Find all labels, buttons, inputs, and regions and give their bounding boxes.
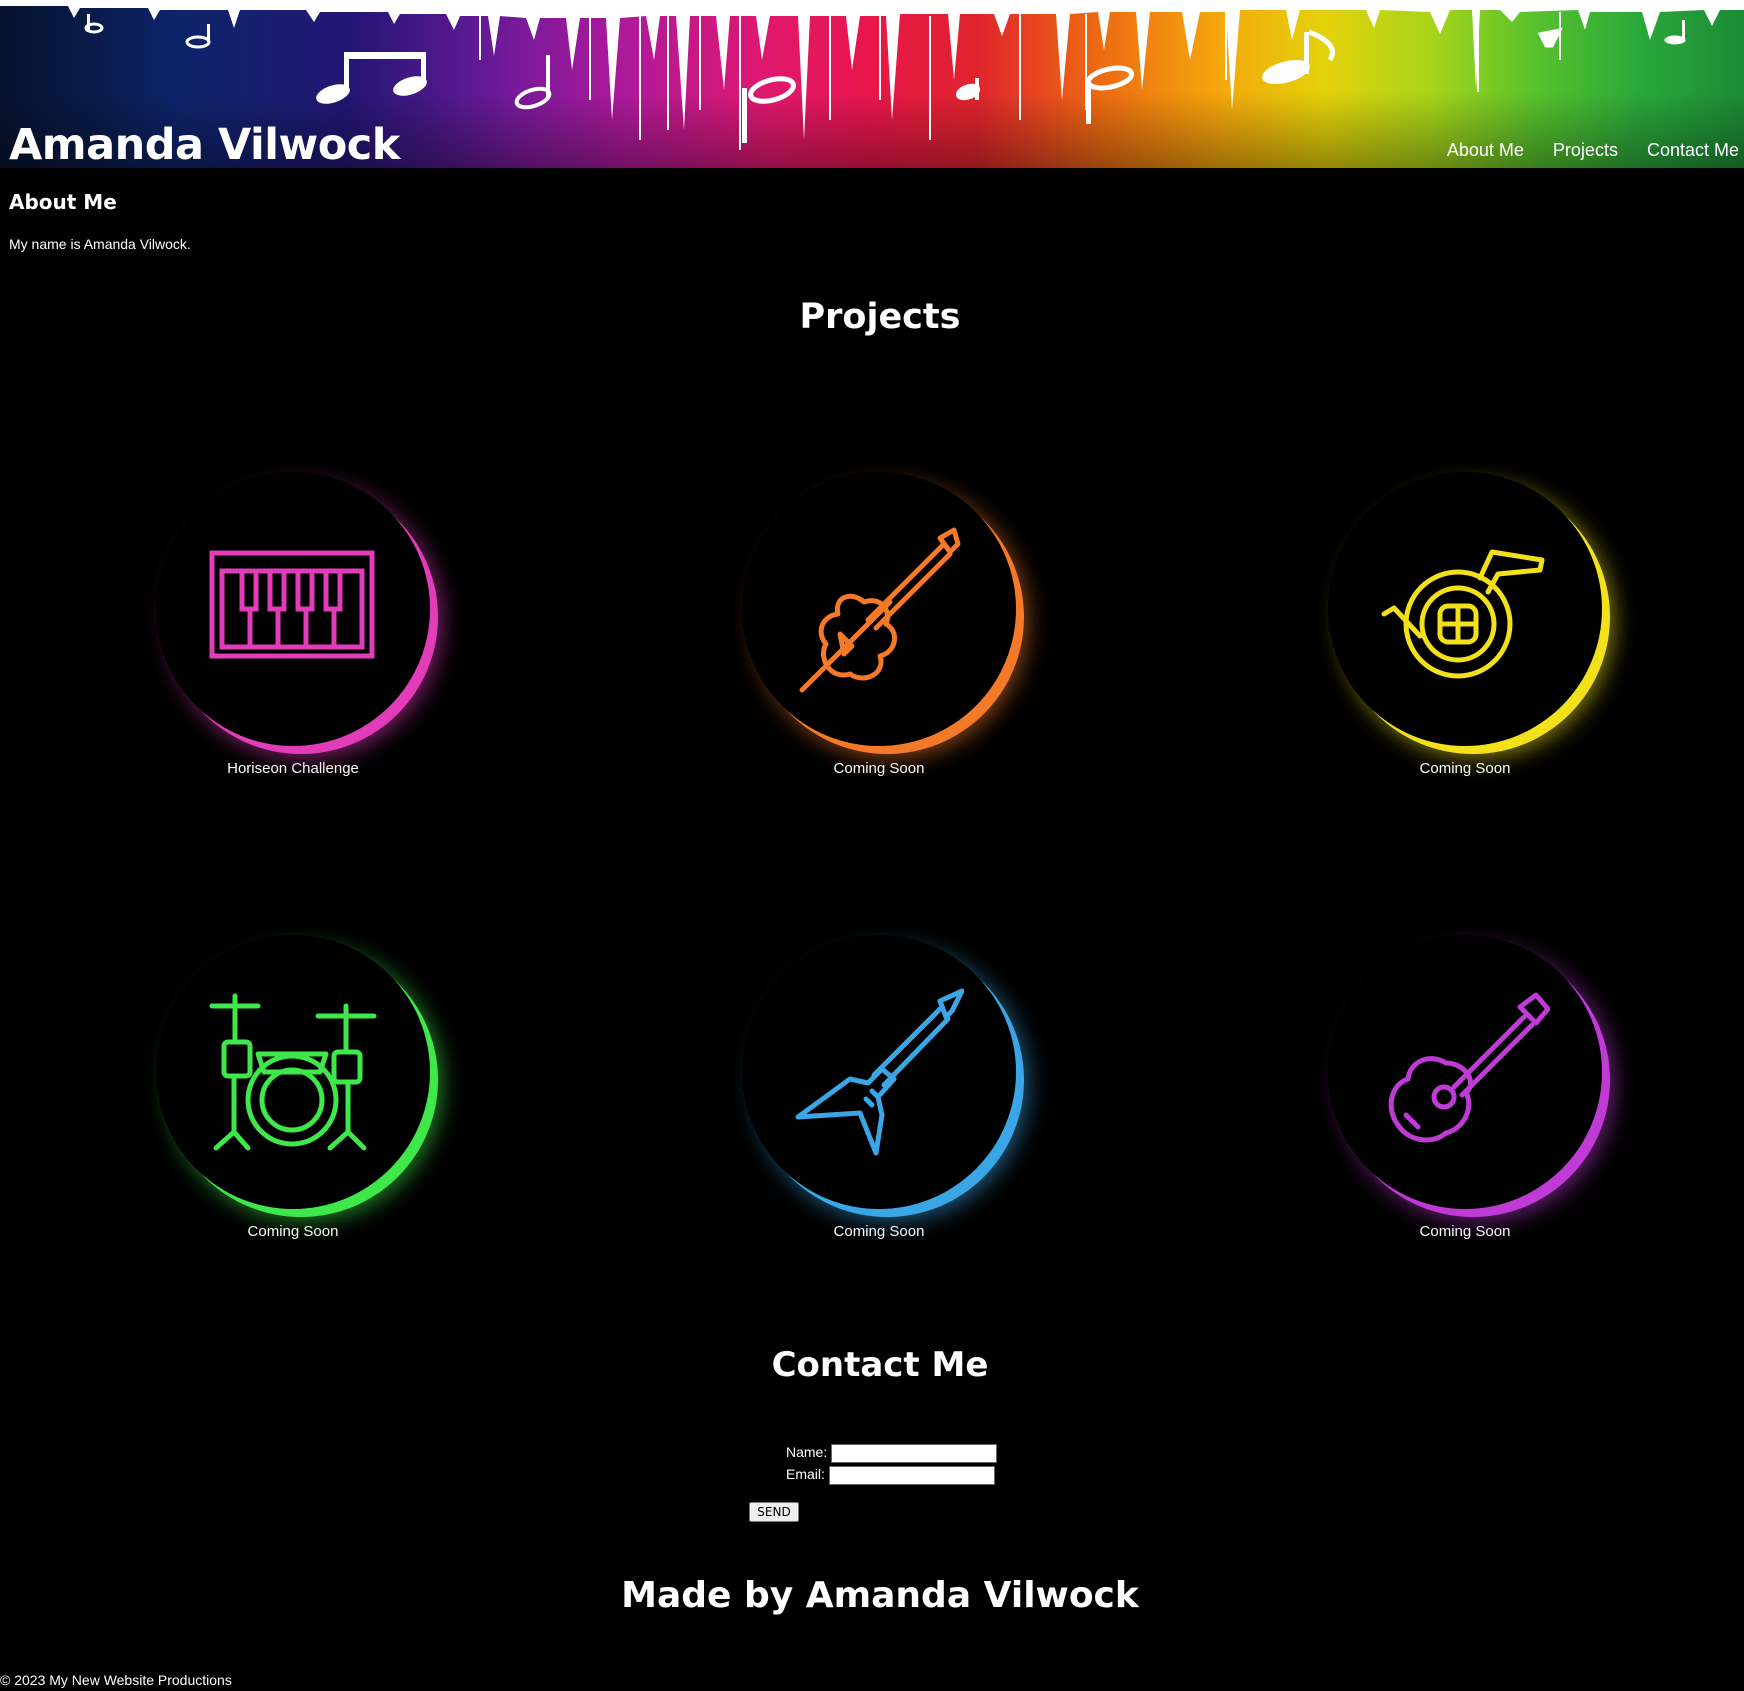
project-label[interactable]: Coming Soon xyxy=(729,1223,1029,1240)
projects-heading: Projects xyxy=(799,297,961,337)
email-row: Email: xyxy=(786,1466,995,1485)
project-ring[interactable] xyxy=(742,935,1016,1209)
site-title: Amanda Vilwock xyxy=(9,120,400,168)
project-label[interactable]: Horiseon Challenge xyxy=(143,760,443,777)
nav-link-projects[interactable]: Projects xyxy=(1553,140,1618,161)
name-label: Name: xyxy=(786,1444,828,1461)
project-card-3[interactable]: Coming Soon xyxy=(1315,472,1615,777)
project-ring[interactable] xyxy=(156,935,430,1209)
project-card-2[interactable]: Coming Soon xyxy=(729,472,1029,777)
send-button[interactable]: SEND xyxy=(749,1502,799,1522)
project-label[interactable]: Coming Soon xyxy=(729,760,1029,777)
project-label[interactable]: Coming Soon xyxy=(1315,760,1615,777)
project-label[interactable]: Coming Soon xyxy=(143,1223,443,1240)
header-banner: Amanda Vilwock About Me Projects Contact… xyxy=(0,0,1744,168)
piano-keyboard-icon xyxy=(209,550,375,659)
contact-heading: Contact Me xyxy=(771,1345,989,1385)
project-ring[interactable] xyxy=(1328,935,1602,1209)
electric-guitar-icon xyxy=(795,988,964,1156)
nav-link-contact[interactable]: Contact Me xyxy=(1647,140,1739,161)
about-heading: About Me xyxy=(9,190,117,214)
name-row: Name: xyxy=(786,1444,998,1463)
copyright-text: © 2023 My New Website Productions xyxy=(0,1672,232,1688)
main-nav: About Me Projects Contact Me xyxy=(1418,140,1739,161)
email-field[interactable] xyxy=(828,1466,995,1485)
project-card-5[interactable]: Coming Soon xyxy=(729,935,1029,1240)
made-by-heading: Made by Amanda Vilwock xyxy=(621,1575,1139,1616)
email-label: Email: xyxy=(786,1466,825,1483)
project-label[interactable]: Coming Soon xyxy=(1315,1223,1615,1240)
project-ring[interactable] xyxy=(156,472,430,746)
project-card-4[interactable]: Coming Soon xyxy=(143,935,443,1240)
french-horn-icon xyxy=(1381,549,1545,679)
project-ring[interactable] xyxy=(742,472,1016,746)
project-card-1[interactable]: Horiseon Challenge xyxy=(143,472,443,777)
nav-link-about[interactable]: About Me xyxy=(1447,140,1524,161)
project-card-6[interactable]: Coming Soon xyxy=(1315,935,1615,1240)
violin-icon xyxy=(799,527,961,693)
acoustic-guitar-icon xyxy=(1388,992,1550,1143)
name-field[interactable] xyxy=(831,1444,998,1463)
about-text: My name is Amanda Vilwock. xyxy=(9,236,191,252)
project-ring[interactable] xyxy=(1328,472,1602,746)
drum-kit-icon xyxy=(209,993,377,1151)
